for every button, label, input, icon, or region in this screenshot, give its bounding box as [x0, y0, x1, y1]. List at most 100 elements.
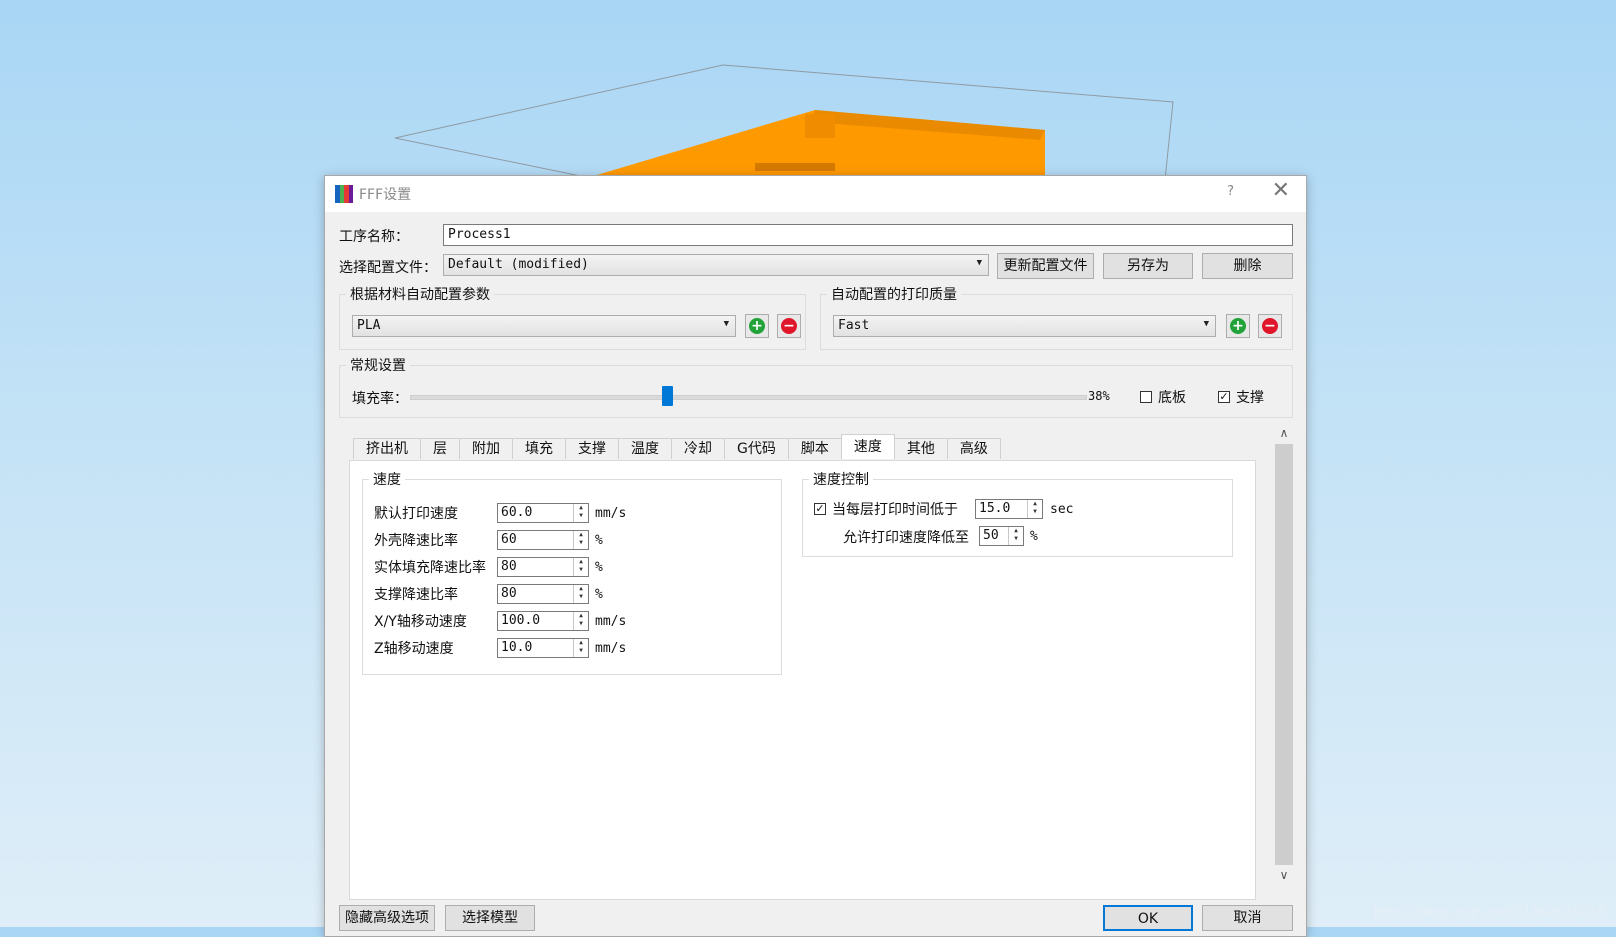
remove-material-button[interactable]: −: [777, 314, 801, 338]
tab-7[interactable]: G代码: [724, 438, 789, 459]
scrollbar-thumb[interactable]: [1275, 444, 1293, 865]
speed-row-value: 10.0: [501, 640, 533, 655]
spin-arrows-icon[interactable]: ▲ ▼: [1027, 500, 1042, 518]
speed-row-value: 80: [501, 586, 517, 601]
speed-row-unit: %: [595, 587, 603, 602]
quality-select-value: Fast: [838, 318, 870, 333]
speed-row-spinbox[interactable]: 100.0 ▲ ▼: [497, 611, 589, 631]
layer-time-label: 当每层打印时间低于: [832, 502, 958, 518]
select-model-button[interactable]: 选择模型: [445, 905, 535, 931]
tab-2[interactable]: 附加: [459, 438, 513, 459]
speed-row-spinbox[interactable]: 80 ▲ ▼: [497, 557, 589, 577]
speed-row-value: 60: [501, 532, 517, 547]
chevron-down-icon: ▼: [723, 319, 729, 329]
quality-select[interactable]: Fast ▼: [833, 315, 1216, 337]
profile-select-value: Default (modified): [448, 257, 589, 272]
tab-0[interactable]: 挤出机: [353, 438, 421, 459]
material-group-title: 根据材料自动配置参数: [346, 284, 494, 304]
scroll-up-icon[interactable]: ∧: [1275, 426, 1293, 444]
speed-row-label: 默认打印速度: [374, 506, 458, 522]
tab-3[interactable]: 填充: [512, 438, 566, 459]
profile-label: 选择配置文件：: [339, 260, 437, 276]
min-speed-spinbox[interactable]: 50 ▲ ▼: [979, 526, 1024, 546]
spin-arrows-icon[interactable]: ▲ ▼: [573, 612, 588, 630]
infill-slider-thumb[interactable]: [661, 386, 673, 406]
help-button[interactable]: ?: [1227, 184, 1234, 199]
speed-row-label: Z轴移动速度: [374, 641, 454, 657]
minus-icon: −: [781, 318, 797, 334]
tab-1[interactable]: 层: [420, 438, 460, 459]
process-name-input[interactable]: Process1: [443, 224, 1293, 246]
tab-9[interactable]: 速度: [840, 434, 895, 459]
tab-11[interactable]: 高级: [946, 438, 1001, 459]
scroll-down-icon[interactable]: ∨: [1275, 868, 1293, 886]
delete-profile-button[interactable]: 删除: [1202, 253, 1293, 279]
raft-checkbox[interactable]: [1140, 391, 1152, 403]
remove-quality-button[interactable]: −: [1258, 314, 1282, 338]
profile-select[interactable]: Default (modified) ▼: [443, 254, 989, 276]
speed-row-label: 外壳降速比率: [374, 533, 458, 549]
speed-group-title: 速度: [369, 469, 405, 489]
quality-group-title: 自动配置的打印质量: [827, 284, 961, 304]
spin-arrows-icon[interactable]: ▲ ▼: [573, 531, 588, 549]
speed-group: 速度 默认打印速度 60.0 ▲ ▼ mm/s 外壳降速比率 60 ▲ ▼% 实体填充降速比率 80…: [362, 469, 782, 675]
vertical-scrollbar[interactable]: ∧ ∨: [1275, 426, 1293, 886]
tab-4[interactable]: 支撑: [565, 438, 619, 459]
speed-row-label: 支撑降速比率: [374, 587, 458, 603]
material-group: 根据材料自动配置参数 PLA ▼ + −: [339, 284, 806, 350]
layer-time-unit: sec: [1050, 502, 1074, 517]
cancel-button[interactable]: 取消: [1202, 905, 1293, 931]
min-speed-unit: %: [1030, 529, 1038, 544]
speed-row-unit: mm/s: [595, 506, 627, 521]
infill-slider-track[interactable]: [410, 395, 1087, 400]
speed-row-spinbox[interactable]: 10.0 ▲ ▼: [497, 638, 589, 658]
min-speed-label: 允许打印速度降低至: [843, 530, 969, 546]
add-quality-button[interactable]: +: [1226, 314, 1250, 338]
general-settings-group: 常规设置 填充率： 38% 底板 ✓ 支撑: [339, 355, 1293, 418]
raft-label: 底板: [1158, 390, 1186, 406]
speed-row-label: X/Y轴移动速度: [374, 614, 467, 630]
speed-row-unit: %: [595, 533, 603, 548]
speed-row-spinbox[interactable]: 60.0 ▲ ▼: [497, 503, 589, 523]
spin-arrows-icon[interactable]: ▲ ▼: [573, 585, 588, 603]
ok-button[interactable]: OK: [1103, 905, 1193, 931]
speed-row-spinbox[interactable]: 60 ▲ ▼: [497, 530, 589, 550]
layer-time-spinbox[interactable]: 15.0 ▲ ▼: [975, 499, 1043, 519]
general-group-title: 常规设置: [346, 355, 410, 375]
watermark: https://blog.csdn.net/C1664510416: [1373, 904, 1606, 921]
dialog-title: FFF设置: [359, 187, 412, 203]
tab-10[interactable]: 其他: [893, 438, 948, 459]
save-as-button[interactable]: 另存为: [1103, 253, 1193, 279]
min-speed-value: 50: [983, 528, 999, 543]
material-select[interactable]: PLA ▼: [352, 315, 736, 337]
update-profile-button[interactable]: 更新配置文件: [997, 253, 1094, 279]
speed-row-spinbox[interactable]: 80 ▲ ▼: [497, 584, 589, 604]
support-checkbox[interactable]: ✓: [1218, 391, 1230, 403]
speed-row-label: 实体填充降速比率: [374, 560, 486, 576]
tab-6[interactable]: 冷却: [671, 438, 725, 459]
spin-arrows-icon[interactable]: ▲ ▼: [1008, 527, 1023, 545]
layer-time-checkbox[interactable]: ✓: [814, 503, 826, 515]
plus-icon: +: [749, 318, 765, 334]
close-button[interactable]: ✕: [1272, 178, 1290, 203]
tab-8[interactable]: 脚本: [787, 438, 842, 459]
layer-time-value: 15.0: [979, 501, 1011, 516]
speed-row-value: 80: [501, 559, 517, 574]
infill-label: 填充率：: [352, 391, 408, 407]
speed-row-unit: mm/s: [595, 614, 627, 629]
add-material-button[interactable]: +: [745, 314, 769, 338]
speed-tab-pane: 速度 默认打印速度 60.0 ▲ ▼ mm/s 外壳降速比率 60 ▲ ▼% 实体填充降速比率 80…: [349, 460, 1256, 900]
spin-arrows-icon[interactable]: ▲ ▼: [573, 558, 588, 576]
tab-5[interactable]: 温度: [618, 438, 672, 459]
spin-arrows-icon[interactable]: ▲ ▼: [573, 639, 588, 657]
speed-control-group-title: 速度控制: [809, 469, 873, 489]
dialog-titlebar: FFF设置 ? ✕: [325, 176, 1306, 212]
chevron-down-icon: ▼: [976, 258, 982, 268]
app-icon: [335, 185, 353, 203]
quality-group: 自动配置的打印质量 Fast ▼ + −: [820, 284, 1293, 350]
speed-row-unit: %: [595, 560, 603, 575]
hide-advanced-button[interactable]: 隐藏高级选项: [339, 905, 435, 931]
support-label: 支撑: [1236, 390, 1264, 406]
speed-control-group: 速度控制 ✓ 当每层打印时间低于 15.0 ▲ ▼ sec 允许打印速度降低至 5…: [802, 469, 1233, 557]
spin-arrows-icon[interactable]: ▲ ▼: [573, 504, 588, 522]
